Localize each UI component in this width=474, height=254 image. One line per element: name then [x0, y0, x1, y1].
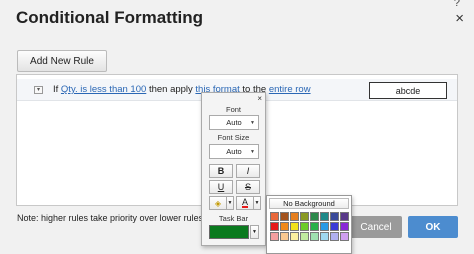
ok-button[interactable]: OK	[408, 216, 458, 238]
bold-button[interactable]: B	[209, 164, 233, 178]
color-swatch[interactable]	[300, 222, 309, 231]
font-label: Font	[225, 105, 241, 114]
color-swatch[interactable]	[310, 212, 319, 221]
fill-color-dropdown[interactable]: ▼	[226, 196, 234, 210]
task-bar-label: Task Bar	[218, 214, 249, 223]
paint-bucket-icon: ◈	[214, 198, 222, 208]
color-swatch[interactable]	[310, 232, 319, 241]
font-color-button[interactable]: A	[236, 196, 254, 210]
strikethrough-button[interactable]: S	[236, 180, 260, 194]
font-color-dropdown[interactable]: ▼	[253, 196, 261, 210]
color-swatch[interactable]	[320, 232, 329, 241]
font-select[interactable]: Auto ▼	[209, 115, 259, 130]
color-swatch[interactable]	[280, 222, 289, 231]
color-swatch[interactable]	[270, 222, 279, 231]
dialog-title: Conditional Formatting	[16, 8, 203, 27]
close-icon[interactable]: ×	[455, 10, 464, 27]
color-swatch[interactable]	[290, 212, 299, 221]
condition-link[interactable]: Qty. is less than 100	[61, 84, 146, 95]
font-size-select-value: Auto	[226, 147, 242, 156]
rule-middle-text: then apply	[148, 84, 193, 95]
scope-link[interactable]: entire row	[269, 84, 311, 95]
swatch-grid	[270, 212, 349, 241]
font-select-value: Auto	[226, 118, 242, 127]
color-swatch[interactable]	[270, 232, 279, 241]
color-swatch[interactable]	[290, 232, 299, 241]
color-swatch[interactable]	[320, 222, 329, 231]
underline-button[interactable]: U	[209, 180, 233, 194]
color-swatch[interactable]	[300, 212, 309, 221]
font-size-label: Font Size	[217, 133, 250, 142]
add-new-rule-button[interactable]: Add New Rule	[17, 50, 107, 72]
color-swatch[interactable]	[340, 232, 349, 241]
font-size-select[interactable]: Auto ▼	[209, 144, 259, 159]
format-popup: × Font Auto ▼ Font Size Auto ▼ B I U S ◈…	[201, 92, 266, 246]
color-swatch[interactable]	[300, 232, 309, 241]
rule-text: If Qty. is less than 100 then apply this…	[53, 84, 311, 95]
color-swatch[interactable]	[310, 222, 319, 231]
chevron-down-icon: ▼	[250, 120, 255, 126]
fill-color-button[interactable]: ◈	[209, 196, 227, 210]
color-swatch[interactable]	[320, 212, 329, 221]
color-swatch[interactable]	[340, 222, 349, 231]
no-background-button[interactable]: No Background	[269, 198, 349, 209]
color-swatch[interactable]	[330, 232, 339, 241]
color-swatch[interactable]	[340, 212, 349, 221]
priority-note: Note: higher rules take priority over lo…	[17, 213, 206, 223]
color-swatch[interactable]	[290, 222, 299, 231]
help-icon[interactable]: ?	[454, 0, 460, 9]
color-palette: No Background	[266, 195, 352, 254]
color-swatch[interactable]	[270, 212, 279, 221]
rule-prefix: If	[53, 84, 59, 95]
italic-button[interactable]: I	[236, 164, 260, 178]
color-swatch[interactable]	[280, 232, 289, 241]
chevron-down-icon: ▼	[250, 149, 255, 155]
color-swatch[interactable]	[280, 212, 289, 221]
color-swatch[interactable]	[330, 212, 339, 221]
collapse-rule-icon[interactable]: ▾	[34, 86, 43, 94]
task-bar-color-dropdown[interactable]: ▼	[250, 225, 259, 239]
format-preview: abcde	[369, 82, 447, 99]
color-swatch[interactable]	[330, 222, 339, 231]
cancel-button[interactable]: Cancel	[350, 216, 402, 238]
font-color-icon: A	[241, 197, 248, 208]
popup-close-icon[interactable]: ×	[257, 94, 262, 103]
task-bar-color-swatch[interactable]	[209, 225, 249, 239]
